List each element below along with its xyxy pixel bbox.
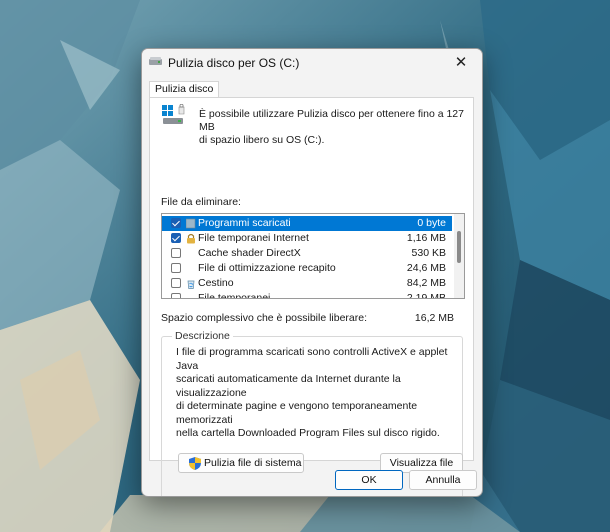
file-checkbox[interactable] [171, 293, 181, 298]
description-line: nella cartella Downloaded Program Files … [176, 427, 440, 439]
file-list-item[interactable]: Cache shader DirectX 530 KB [162, 246, 452, 261]
file-item-name: Cache shader DirectX [198, 247, 301, 259]
window-title: Pulizia disco per OS (C:) [168, 56, 300, 70]
disk-cleanup-info-icon [162, 104, 185, 124]
file-list-item[interactable]: File temporanei Internet 1,16 MB [162, 231, 452, 246]
file-item-size: 84,2 MB [406, 277, 446, 289]
recycle-bin-icon [187, 280, 195, 289]
folder-icon [186, 218, 196, 229]
ok-button[interactable]: OK [335, 470, 403, 490]
file-list-scrollbar[interactable] [454, 214, 464, 298]
total-space-label: Spazio complessivo che è possibile liber… [161, 312, 368, 324]
info-message: È possibile utilizzare Pulizia disco per… [199, 108, 469, 147]
files-to-delete-label: File da eliminare: [161, 196, 241, 208]
file-list[interactable]: Programmi scaricati 0 byte File temporanei… [161, 213, 465, 299]
file-item-size: 530 KB [411, 247, 446, 259]
file-checkbox[interactable] [171, 218, 181, 228]
file-item-name: File di ottimizzazione recapito [198, 262, 336, 274]
description-line: I file di programma scaricati sono contr… [176, 346, 448, 372]
total-space-value: 16,2 MB [414, 312, 454, 324]
file-item-name: Programmi scaricati [198, 217, 291, 229]
file-item-size: 24,6 MB [406, 262, 446, 274]
file-checkbox[interactable] [171, 278, 181, 288]
system-files-cleanup-button[interactable]: Pulizia file di sistema [178, 453, 304, 473]
scrollbar-thumb[interactable] [457, 231, 461, 263]
title-bar[interactable]: Pulizia disco per OS (C:) ✕ [142, 49, 482, 75]
file-item-name: Cestino [198, 277, 234, 289]
lock-icon [187, 233, 195, 244]
file-checkbox[interactable] [171, 233, 181, 243]
description-line: di determinate pagine e vengono temporan… [176, 400, 418, 426]
file-item-name: File temporanei Internet [198, 232, 309, 244]
disk-cleanup-icon [149, 57, 162, 65]
file-item-name: File temporanei [198, 292, 271, 299]
system-files-cleanup-label: Pulizia file di sistema [204, 457, 302, 469]
file-list-item[interactable]: Programmi scaricati 0 byte [162, 216, 452, 231]
close-button[interactable]: ✕ [440, 49, 482, 75]
tab-strip: Pulizia disco [142, 81, 482, 98]
file-item-size: 0 byte [417, 217, 446, 229]
file-checkbox[interactable] [171, 248, 181, 258]
file-checkbox[interactable] [171, 263, 181, 273]
info-line-1: È possibile utilizzare Pulizia disco per… [199, 108, 464, 133]
tab-panel: È possibile utilizzare Pulizia disco per… [149, 97, 474, 496]
description-legend: Descrizione [172, 330, 233, 342]
disk-cleanup-dialog: Pulizia disco per OS (C:) ✕ Pulizia disc… [141, 48, 483, 497]
info-line-2: di spazio libero su OS (C:). [199, 134, 325, 146]
description-text: I file di programma scaricati sono contr… [176, 346, 456, 441]
uac-shield-icon [189, 457, 201, 470]
file-list-item[interactable]: File di ottimizzazione recapito 24,6 MB [162, 261, 452, 276]
file-item-size: 1,16 MB [406, 232, 446, 244]
file-list-item[interactable]: Cestino 84,2 MB [162, 276, 452, 291]
cancel-button[interactable]: Annulla [409, 470, 477, 490]
file-list-item[interactable]: File temporanei 2,19 MB [162, 291, 452, 299]
description-line: scaricati automaticamente da Internet du… [176, 373, 401, 399]
close-icon: ✕ [454, 54, 468, 71]
tab-disk-cleanup[interactable]: Pulizia disco [149, 81, 220, 98]
file-item-size: 2,19 MB [406, 292, 446, 299]
